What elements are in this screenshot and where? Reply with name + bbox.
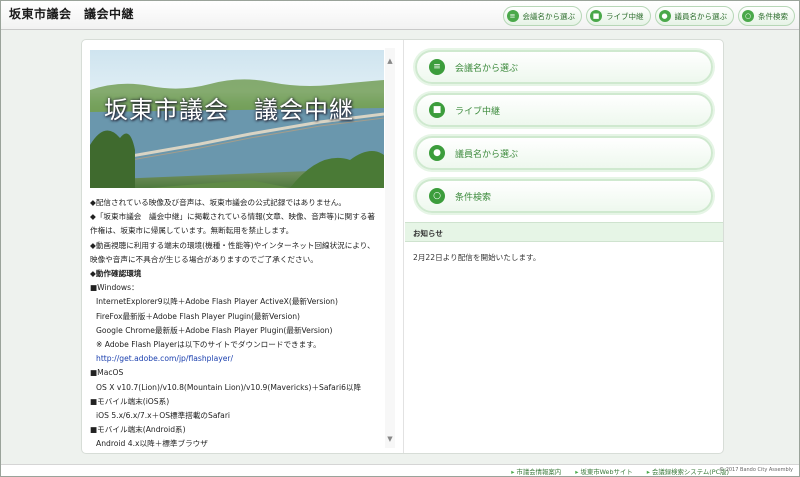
meeting-select-button[interactable]: ≡ 会議名から選ぶ bbox=[415, 50, 713, 84]
condition-search-button[interactable]: ○ 条件検索 bbox=[415, 179, 713, 213]
flash-download-link[interactable]: http://get.adobe.com/jp/flashplayer/ bbox=[90, 352, 384, 366]
news-heading: お知らせ bbox=[405, 222, 723, 242]
member-select-button[interactable]: ● 議員名から選ぶ bbox=[415, 136, 713, 170]
notice-line: ◆配信されている映像及び音声は、坂東市議会の公式記録ではありません。 bbox=[90, 198, 346, 207]
main-panel: 坂東市議会 議会中継 ◆配信されている映像及び音声は、坂東市議会の公式記録ではあ… bbox=[81, 39, 724, 454]
live-button[interactable]: ■ ライブ中継 bbox=[415, 93, 713, 127]
column-divider bbox=[403, 40, 404, 453]
android-title: ■モバイル端末(Android系) bbox=[90, 425, 186, 435]
person-icon: ● bbox=[658, 10, 671, 22]
windows-item: Google Chrome最新版＋Adobe Flash Player Plug… bbox=[96, 325, 333, 335]
android-item: Android 4.x以降＋標準ブラウザ bbox=[96, 439, 208, 448]
person-icon: ● bbox=[429, 145, 445, 161]
notice-line: ◆「坂東市議会 議会中継」に掲載されている情報(文章、映像、音声等)に関する著 bbox=[90, 212, 375, 222]
env-title: ◆動作確認環境 bbox=[90, 269, 142, 279]
top-nav-member-button[interactable]: ● 議員名から選ぶ bbox=[654, 6, 734, 26]
top-nav: ≡ 会議名から選ぶ ■ ライブ中継 ● 議員名から選ぶ ○ 条件検索 bbox=[502, 6, 795, 26]
footer-link-minutes-search[interactable]: 会議録検索システム(PC版) bbox=[647, 467, 729, 476]
footer-link-city-site[interactable]: 坂東市Webサイト bbox=[575, 467, 632, 476]
top-nav-label: 条件検索 bbox=[758, 11, 788, 21]
list-icon: ≡ bbox=[429, 59, 445, 75]
scrollbar[interactable]: ▲ ▼ bbox=[385, 48, 395, 448]
info-scroll-area[interactable]: 坂東市議会 議会中継 ◆配信されている映像及び音声は、坂東市議会の公式記録ではあ… bbox=[90, 48, 395, 448]
windows-item: ※ Adobe Flash Playerは以下のサイトでダウンロードできます。 bbox=[96, 340, 321, 350]
search-icon: ○ bbox=[742, 10, 754, 22]
windows-item: InternetExplorer9以降＋Adobe Flash Player A… bbox=[96, 297, 338, 307]
footer-link-assembly-info[interactable]: 市議会情報案内 bbox=[511, 467, 561, 476]
news-item: 2月22日より配信を開始いたします。 bbox=[413, 253, 541, 262]
notice-text: ◆配信されている映像及び音声は、坂東市議会の公式記録ではありません。 ◆「坂東市… bbox=[90, 196, 384, 448]
video-camera-icon: ■ bbox=[590, 10, 602, 22]
notice-line: 作権は、坂東市に帰属しています。無断転用を禁止します。 bbox=[90, 226, 294, 236]
hero-title: 坂東市議会 議会中継 bbox=[104, 96, 354, 124]
footer: 市議会情報案内 坂東市Webサイト 会議録検索システム(PC版) © 2017 … bbox=[1, 464, 799, 476]
video-camera-icon: ■ bbox=[429, 102, 445, 118]
top-nav-live-button[interactable]: ■ ライブ中継 bbox=[586, 6, 651, 26]
scroll-up-icon[interactable]: ▲ bbox=[385, 56, 395, 66]
menu-label: 条件検索 bbox=[455, 192, 492, 203]
notice-line: ◆動画視聴に利用する端末の環境(機種・性能等)やインターネット回線状況により、 bbox=[90, 240, 375, 250]
menu-label: 会議名から選ぶ bbox=[455, 63, 519, 74]
notice-line: 映像や音声に不具合が生じる場合がありますのでご了承ください。 bbox=[90, 254, 318, 264]
windows-item: FireFox最新版＋Adobe Flash Player Plugin(最新V… bbox=[96, 311, 301, 321]
top-nav-label: 議員名から選ぶ bbox=[674, 11, 728, 21]
header-bar: 坂東市議会 議会中継 ≡ 会議名から選ぶ ■ ライブ中継 ● 議員名から選ぶ ○… bbox=[1, 1, 799, 30]
mac-item: OS X v10.7(Lion)/v10.8(Mountain Lion)/v1… bbox=[96, 382, 362, 392]
menu-label: ライブ中継 bbox=[455, 106, 501, 117]
windows-title: ■Windows： bbox=[90, 283, 139, 293]
footer-links: 市議会情報案内 坂東市Webサイト 会議録検索システム(PC版) bbox=[511, 467, 729, 476]
mac-title: ■MacOS bbox=[90, 368, 124, 378]
top-nav-label: ライブ中継 bbox=[606, 11, 644, 21]
list-icon: ≡ bbox=[506, 10, 519, 22]
site-title: 坂東市議会 議会中継 bbox=[9, 7, 135, 21]
hero-image: 坂東市議会 議会中継 bbox=[90, 50, 384, 188]
ios-item: iOS 5.x/6.x/7.x＋OS標準搭載のSafari bbox=[96, 411, 231, 421]
top-nav-meeting-button[interactable]: ≡ 会議名から選ぶ bbox=[502, 6, 582, 26]
top-nav-label: 会議名から選ぶ bbox=[522, 11, 576, 21]
top-nav-search-button[interactable]: ○ 条件検索 bbox=[738, 6, 795, 26]
menu-label: 議員名から選ぶ bbox=[455, 149, 519, 160]
scroll-down-icon[interactable]: ▼ bbox=[385, 434, 395, 444]
ios-title: ■モバイル端末(iOS系) bbox=[90, 396, 170, 406]
copyright: © 2017 Bando City Assembly bbox=[719, 467, 793, 473]
main-menu: ≡ 会議名から選ぶ ■ ライブ中継 ● 議員名から選ぶ ○ 条件検索 bbox=[415, 50, 713, 222]
search-icon: ○ bbox=[429, 188, 445, 204]
